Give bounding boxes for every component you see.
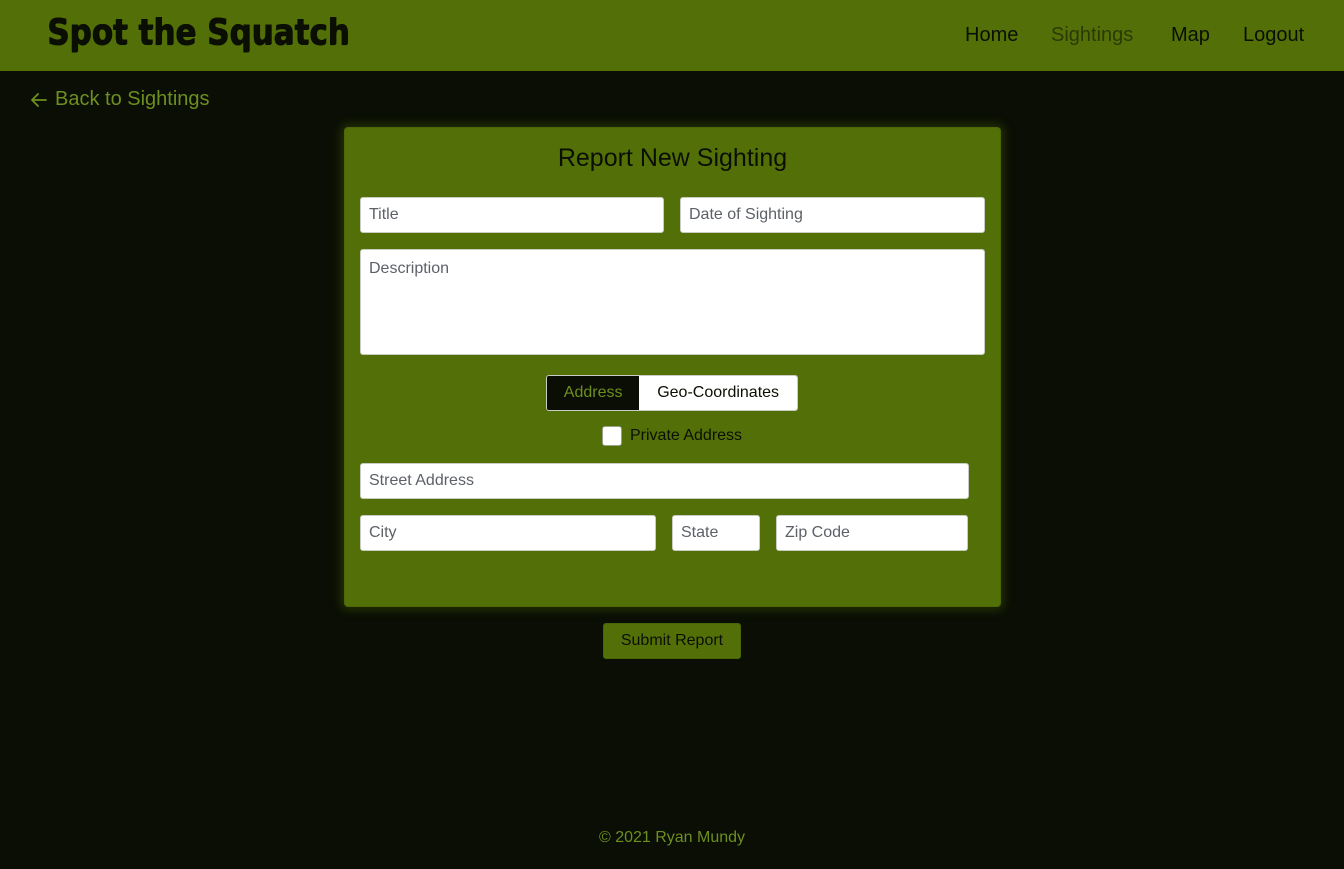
submit-report-button[interactable]: Submit Report	[603, 623, 741, 659]
back-link-label: Back to Sightings	[55, 88, 210, 110]
nav-link-home[interactable]: Home	[965, 24, 1018, 47]
form-title: Report New Sighting	[557, 144, 788, 172]
location-type-toggle: Address Geo-Coordinates	[546, 375, 798, 411]
arrow-left-icon	[31, 92, 47, 107]
private-address-checkbox[interactable]	[602, 426, 622, 446]
zip-code-input[interactable]: Zip Code	[776, 515, 968, 551]
address-toggle-button[interactable]: Address	[547, 376, 640, 410]
nav-link-sightings[interactable]: Sightings	[1051, 24, 1133, 47]
brand-logo[interactable]: Spot the Squatch	[47, 12, 350, 53]
nav-link-map[interactable]: Map	[1171, 24, 1210, 47]
footer-copyright: © 2021 Ryan Mundy	[598, 829, 746, 846]
date-of-sighting-input[interactable]: Date of Sighting	[680, 197, 985, 233]
private-address-label[interactable]: Private Address	[630, 427, 742, 445]
city-input[interactable]: City	[360, 515, 656, 551]
navbar: Spot the Squatch Home Sightings Map Logo…	[0, 0, 1344, 71]
private-address-row: Private Address	[602, 426, 742, 446]
back-to-sightings-link[interactable]: Back to Sightings	[30, 88, 210, 111]
state-input[interactable]: State	[672, 515, 760, 551]
description-textarea[interactable]: Description	[360, 249, 985, 355]
nav-link-logout[interactable]: Logout	[1243, 24, 1304, 47]
report-sighting-card: Report New Sighting Title Date of Sighti…	[344, 127, 1001, 607]
geo-coordinates-toggle-button[interactable]: Geo-Coordinates	[639, 376, 797, 410]
street-address-input[interactable]: Street Address	[360, 463, 969, 499]
title-input[interactable]: Title	[360, 197, 664, 233]
